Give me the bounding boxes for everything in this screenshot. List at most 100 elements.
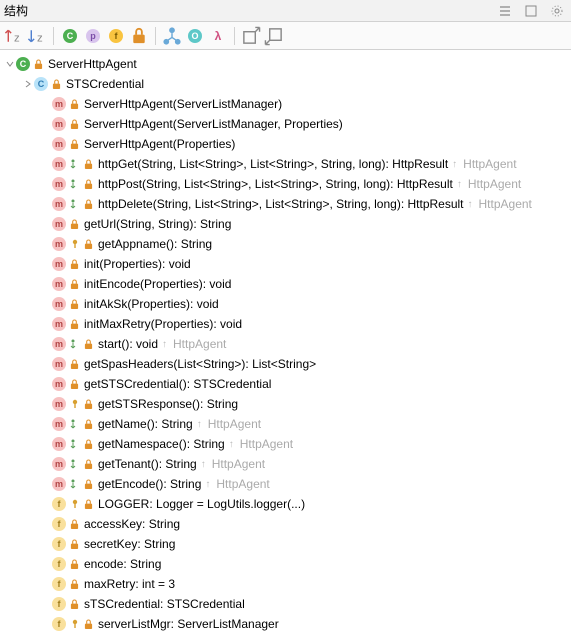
expand-all-icon[interactable]	[495, 1, 515, 21]
method-node[interactable]: minitEncode(Properties): void	[0, 274, 571, 294]
settings-icon[interactable]	[547, 1, 567, 21]
method-node[interactable]: mhttpGet(String, List<String>, List<Stri…	[0, 154, 571, 174]
filter-property-icon[interactable]: p	[83, 26, 103, 46]
separator	[53, 27, 54, 45]
inherit-arrow-icon: ↑	[457, 179, 462, 190]
class-node[interactable]: CSTSCredential	[0, 74, 571, 94]
collapse-all-icon[interactable]	[521, 1, 541, 21]
lock-icon	[68, 119, 80, 130]
method-icon: m	[52, 397, 66, 411]
collapse-icon[interactable]	[4, 59, 16, 69]
method-node[interactable]: mgetEncode(): String↑HttpAgent	[0, 474, 571, 494]
sort-alpha-asc-icon[interactable]: z	[4, 26, 24, 46]
inherit-arrow-icon: ↑	[468, 199, 473, 210]
autoscroll-to-source-icon[interactable]	[241, 26, 261, 46]
method-icon: m	[52, 197, 66, 211]
method-icon: m	[52, 137, 66, 151]
method-node[interactable]: mServerHttpAgent(ServerListManager, Prop…	[0, 114, 571, 134]
inherit-hint: HttpAgent	[463, 157, 516, 171]
autoscroll-from-source-icon[interactable]	[264, 26, 284, 46]
method-icon: m	[52, 277, 66, 291]
filter-anonymous-icon[interactable]: O	[185, 26, 205, 46]
node-label: getSTSResponse(): String	[98, 397, 238, 411]
node-label: getUrl(String, String): String	[84, 217, 231, 231]
field-icon: f	[52, 597, 66, 611]
method-node[interactable]: m start(): void ↑ HttpAgent	[0, 334, 571, 354]
method-node[interactable]: m getSpasHeaders(List<String>): List<Stri…	[0, 354, 571, 374]
filter-inherited-icon[interactable]	[162, 26, 182, 46]
method-node[interactable]: mgetTenant(): String↑HttpAgent	[0, 454, 571, 474]
node-label: maxRetry: int = 3	[84, 577, 175, 591]
inherit-arrow-icon: ↑	[197, 419, 202, 430]
method-icon: m	[52, 297, 66, 311]
node-label: ServerHttpAgent(Properties)	[84, 137, 235, 151]
method-node[interactable]: mgetAppname(): String	[0, 234, 571, 254]
method-node[interactable]: minit(Properties): void	[0, 254, 571, 274]
method-icon: m	[52, 317, 66, 331]
node-label: getSpasHeaders(List<String>): List<Strin…	[84, 357, 316, 371]
method-icon: m	[52, 217, 66, 231]
node-label: initMaxRetry(Properties): void	[84, 317, 242, 331]
method-icon: m	[52, 437, 66, 451]
lock-icon	[82, 159, 94, 170]
method-icon: m	[52, 457, 66, 471]
lock-icon	[68, 559, 80, 570]
lock-icon	[82, 459, 94, 470]
node-label: LOGGER: Logger = LogUtils.logger(...)	[98, 497, 305, 511]
method-node[interactable]: m initAkSk(Properties): void	[0, 294, 571, 314]
field-node[interactable]: f LOGGER: Logger = LogUtils.logger(...)	[0, 494, 571, 514]
lock-icon	[50, 79, 62, 90]
method-node[interactable]: mServerHttpAgent(ServerListManager)	[0, 94, 571, 114]
field-node[interactable]: fserverListMgr: ServerListManager	[0, 614, 571, 634]
lock-icon	[82, 339, 94, 350]
lock-icon	[68, 379, 80, 390]
field-node[interactable]: f sTSCredential: STSCredential	[0, 594, 571, 614]
method-node[interactable]: mgetNamespace(): String↑HttpAgent	[0, 434, 571, 454]
method-node[interactable]: mgetName(): String↑HttpAgent	[0, 414, 571, 434]
override-icon	[68, 479, 78, 489]
node-label: init(Properties): void	[84, 257, 191, 271]
lock-icon	[82, 199, 94, 210]
field-node[interactable]: fencode: String	[0, 554, 571, 574]
lock-icon	[68, 319, 80, 330]
sort-alpha-desc-icon[interactable]: z	[27, 26, 47, 46]
node-label: httpGet(String, List<String>, List<Strin…	[98, 157, 448, 171]
override-icon	[68, 179, 78, 189]
inherit-arrow-icon: ↑	[162, 339, 167, 350]
node-label: encode: String	[84, 557, 161, 571]
method-node[interactable]: mgetSTSCredential(): STSCredential	[0, 374, 571, 394]
lock-icon	[82, 419, 94, 430]
tree-root[interactable]: C ServerHttpAgent	[0, 54, 571, 74]
inherit-hint: HttpAgent	[208, 417, 261, 431]
field-node[interactable]: fsecretKey: String	[0, 534, 571, 554]
lock-icon	[68, 519, 80, 530]
expand-icon[interactable]	[22, 79, 34, 89]
node-label: ServerHttpAgent(ServerListManager, Prope…	[84, 117, 343, 131]
method-node[interactable]: mhttpPost(String, List<String>, List<Str…	[0, 174, 571, 194]
method-node[interactable]: m httpDelete(String, List<String>, List<S…	[0, 194, 571, 214]
pin-icon	[69, 239, 81, 249]
method-node[interactable]: m ServerHttpAgent(Properties)	[0, 134, 571, 154]
inherit-hint: HttpAgent	[173, 337, 226, 351]
filter-field-icon[interactable]: f	[106, 26, 126, 46]
method-icon: m	[52, 337, 66, 351]
inherit-arrow-icon: ↑	[205, 479, 210, 490]
filter-class-icon[interactable]: C	[60, 26, 80, 46]
node-label: httpDelete(String, List<String>, List<St…	[98, 197, 464, 211]
method-icon: m	[52, 357, 66, 371]
structure-tree[interactable]: C ServerHttpAgent CSTSCredentialmServerH…	[0, 50, 571, 644]
override-icon	[68, 459, 78, 469]
field-node[interactable]: fmaxRetry: int = 3	[0, 574, 571, 594]
method-node[interactable]: m getSTSResponse(): String	[0, 394, 571, 414]
field-node[interactable]: faccessKey: String	[0, 514, 571, 534]
filter-private-icon[interactable]	[129, 26, 149, 46]
filter-lambda-icon[interactable]: λ	[208, 26, 228, 46]
node-label: start(): void	[98, 337, 158, 351]
method-node[interactable]: m getUrl(String, String): String	[0, 214, 571, 234]
node-label: sTSCredential: STSCredential	[84, 597, 245, 611]
method-node[interactable]: m initMaxRetry(Properties): void	[0, 314, 571, 334]
pin-icon	[69, 499, 81, 509]
class-icon: C	[16, 57, 30, 71]
node-label: initAkSk(Properties): void	[84, 297, 219, 311]
field-icon: f	[52, 497, 66, 511]
